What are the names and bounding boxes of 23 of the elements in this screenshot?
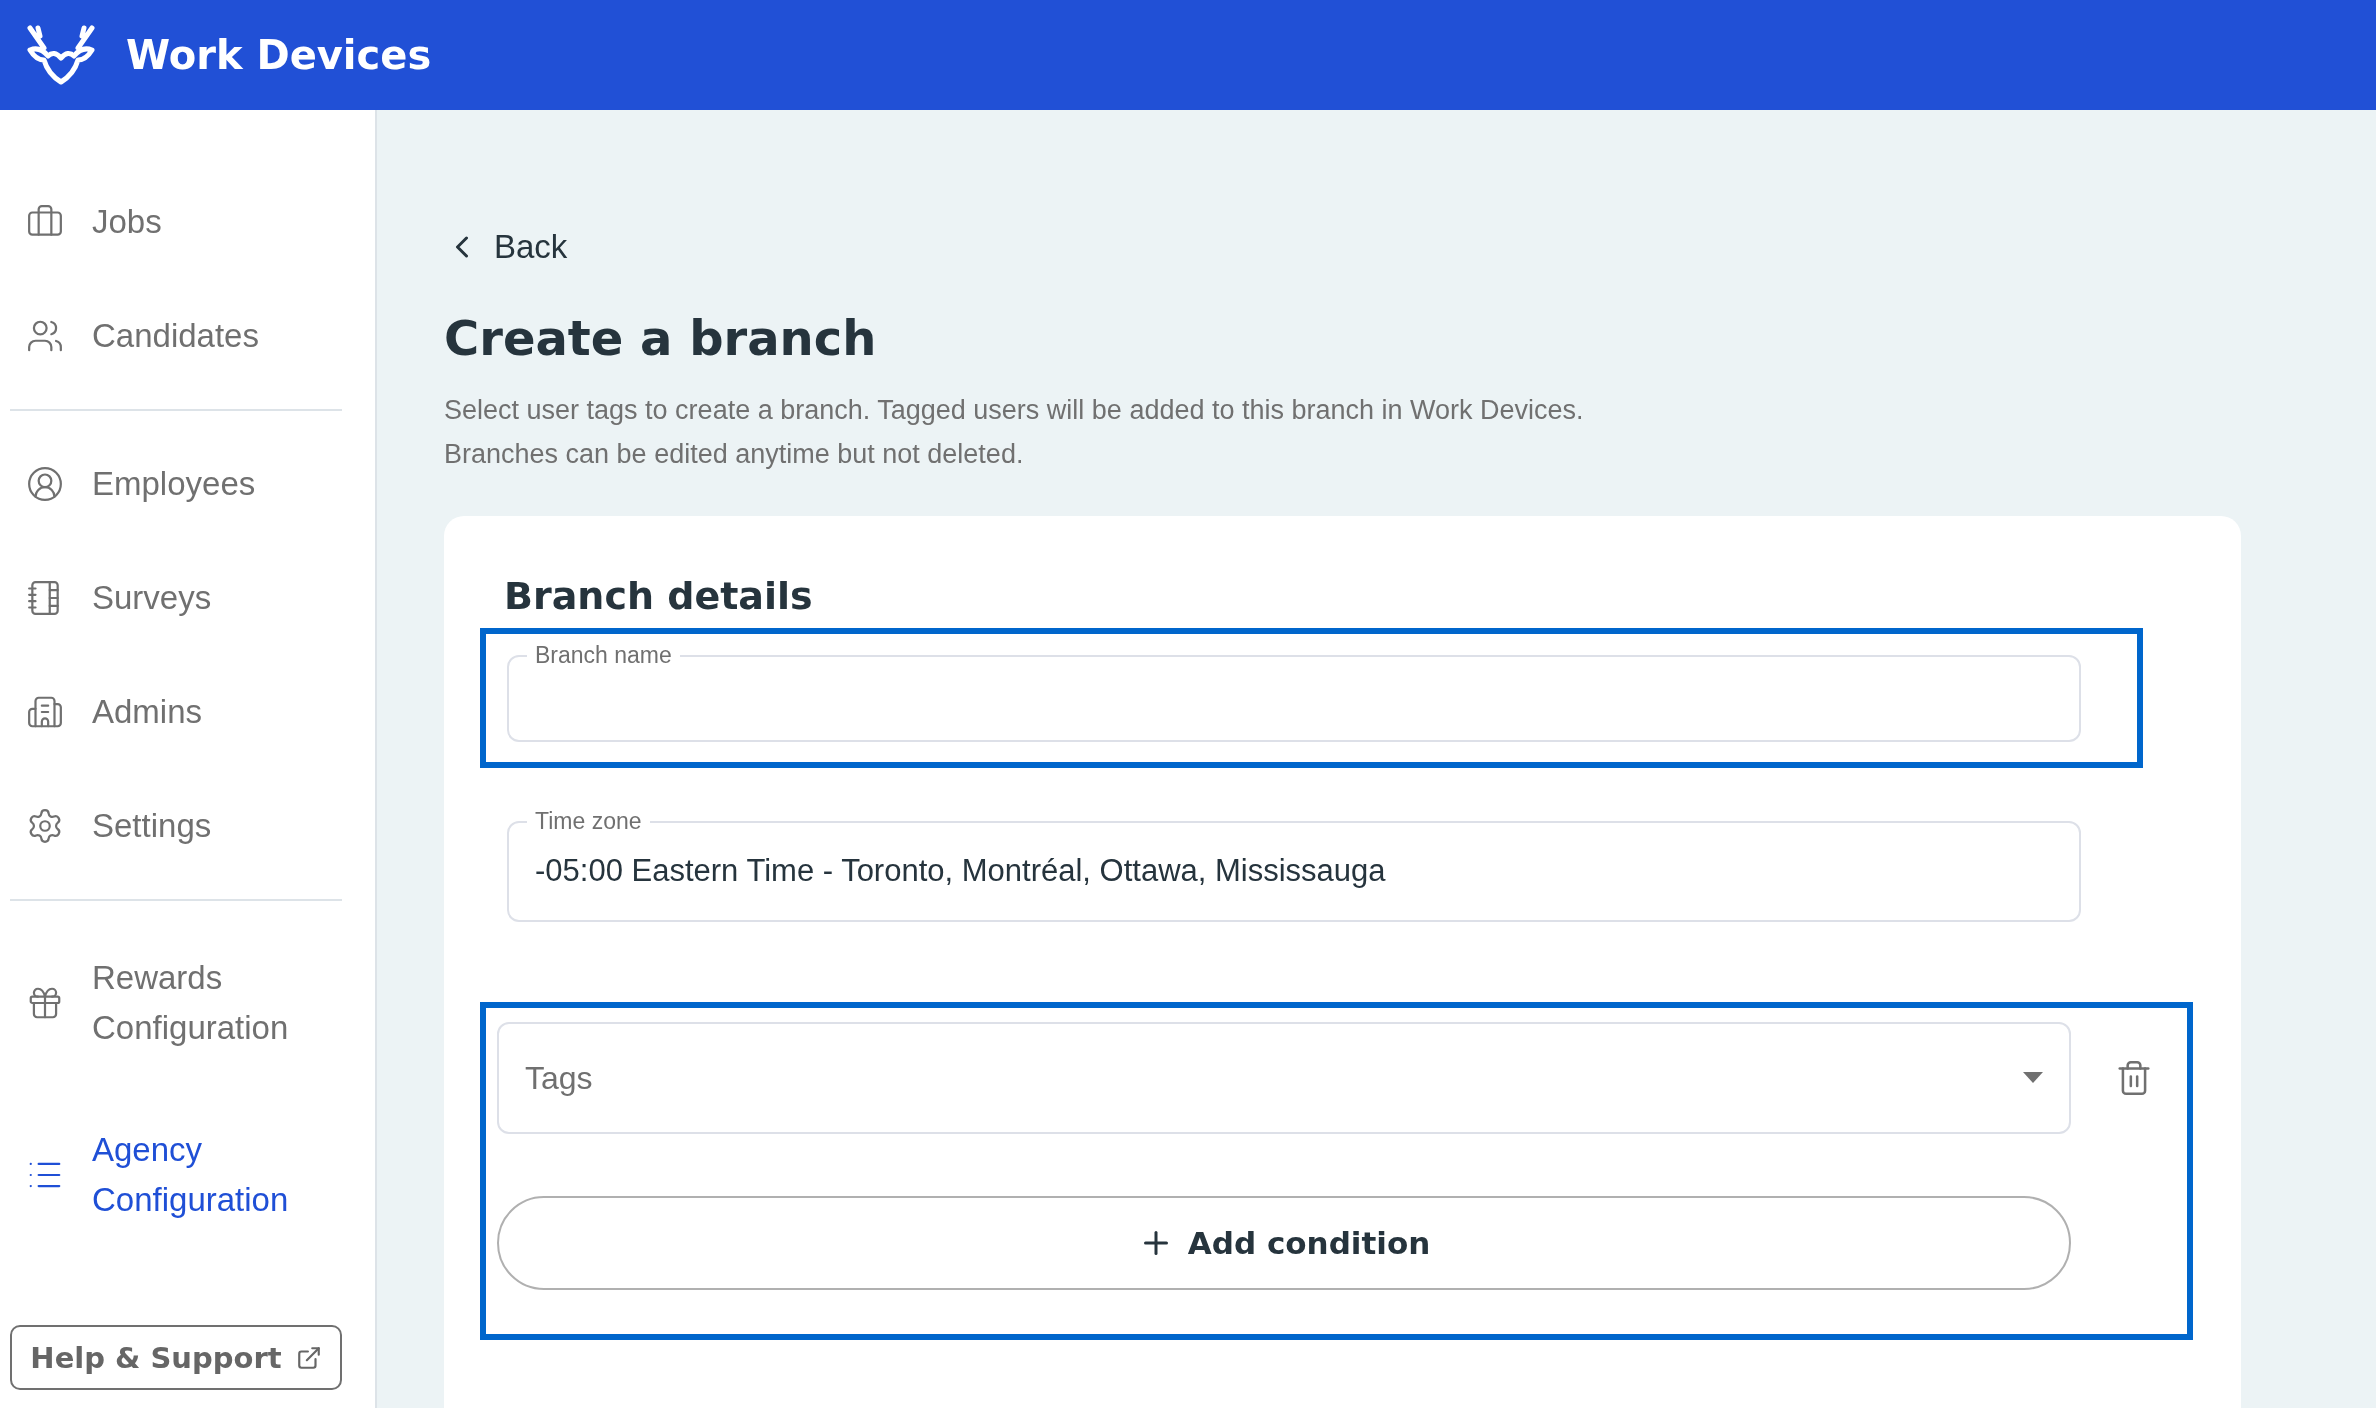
back-link[interactable]: Back (444, 228, 568, 266)
page-description: Select user tags to create a branch. Tagged users will be added to this branch in Work Devices. Branches can be edited anytime but not deleted. (444, 394, 1585, 471)
sidebar-item[interactable]: Surveys (0, 541, 375, 655)
deer-logo-icon (26, 24, 96, 86)
sidebar-item[interactable]: Candidates (0, 279, 375, 393)
sidebar-item[interactable]: Employees (0, 427, 375, 541)
external-link-icon (295, 1344, 322, 1371)
help-support-button[interactable]: Help & Support (10, 1325, 342, 1390)
text-field[interactable]: Time zone -05:00 Eastern Time - Toronto, Montréal, Ottawa, Mississauga (507, 808, 2081, 922)
tags-dropdown[interactable]: Tags (497, 1022, 2071, 1134)
add-condition-button[interactable]: Add condition (497, 1196, 2071, 1290)
user-circle-icon (26, 465, 64, 503)
sidebar-item[interactable]: Agency Configuration (0, 1089, 375, 1261)
sidebar-item[interactable]: Rewards Configuration (0, 917, 375, 1089)
sidebar-item[interactable]: Settings (0, 769, 375, 883)
sidebar-item[interactable]: Admins (0, 655, 375, 769)
trash-icon[interactable] (2115, 1059, 2153, 1097)
page-title: Create a branch (444, 310, 878, 366)
app-title: Work Devices (126, 32, 432, 78)
section-title: Branch details (504, 574, 814, 618)
text-field[interactable]: Branch name (507, 642, 2081, 742)
caret-down-icon (2023, 1072, 2043, 1084)
sidebar-item[interactable]: Jobs (0, 165, 375, 279)
